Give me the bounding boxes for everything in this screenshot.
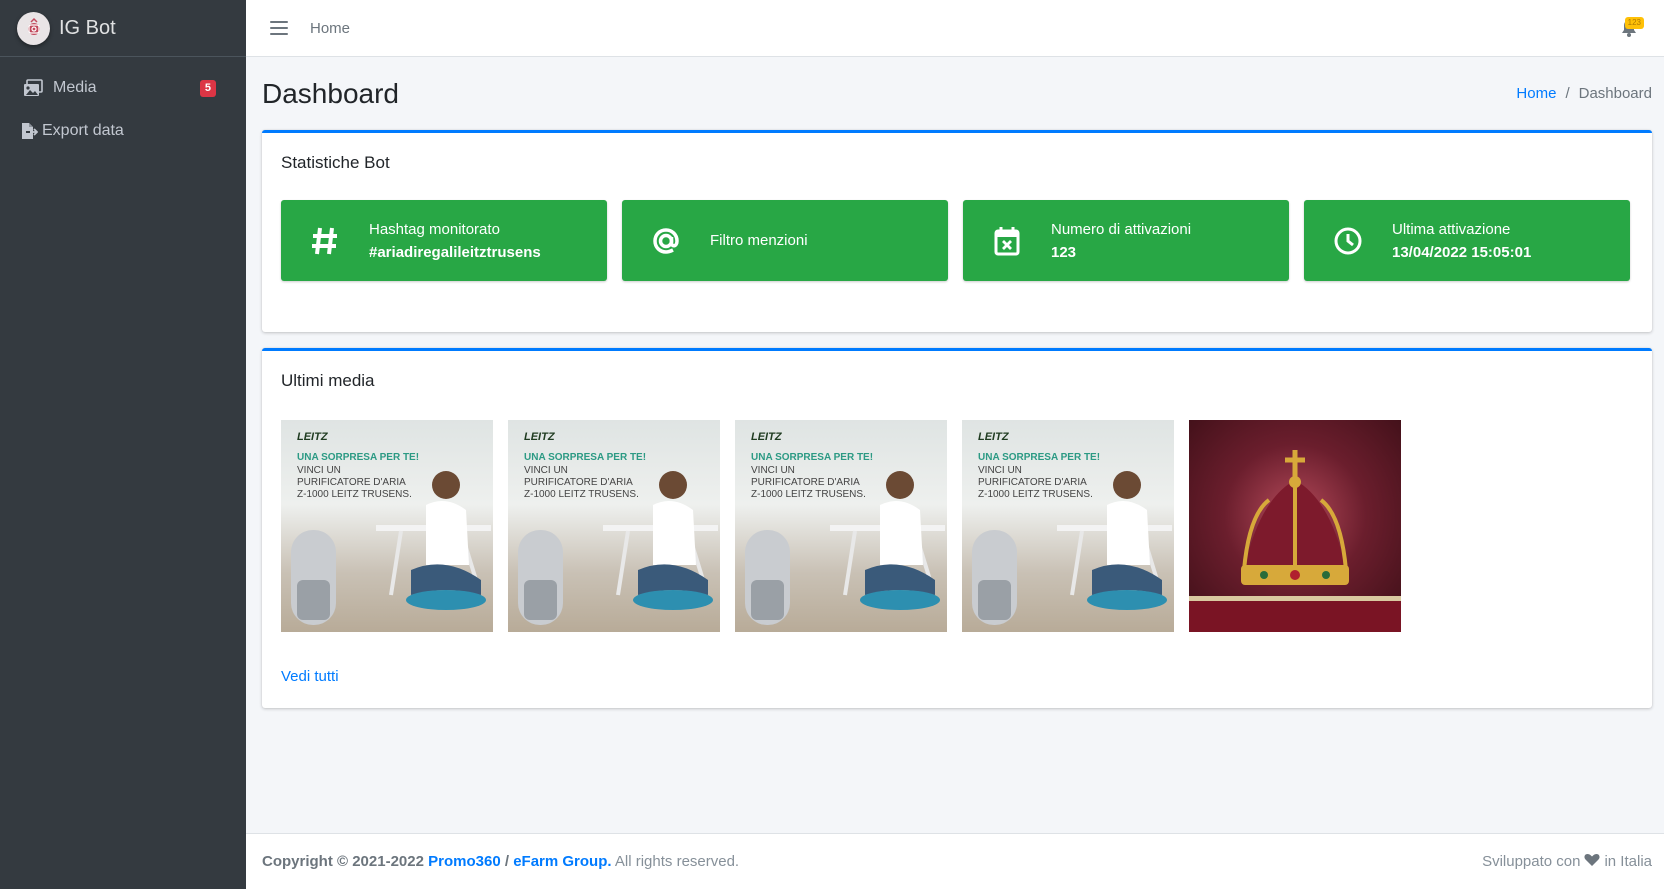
at-icon: [622, 226, 710, 256]
ad-illustration: [518, 471, 718, 625]
clock-icon: [1304, 226, 1392, 256]
info-box-label: Numero di attivazioni: [1051, 220, 1192, 238]
info-box-mentions: Filtro menzioni: [622, 200, 948, 281]
dev-suffix: in Italia: [1604, 853, 1652, 870]
media-thumbnail[interactable]: LEITZ UNA SORPRESA PER TE! VINCI UN PURI…: [735, 420, 947, 632]
images-icon: [22, 77, 44, 99]
calendar-x-icon: [963, 226, 1051, 256]
top-nav-home-link[interactable]: Home: [310, 20, 350, 37]
media-thumbnail[interactable]: LEITZ UNA SORPRESA PER TE! VINCI UN PURI…: [508, 420, 720, 632]
breadcrumb-home[interactable]: Home: [1516, 85, 1556, 102]
notification-badge: 123: [1624, 17, 1644, 29]
info-box-activations: Numero di attivazioni 123: [963, 200, 1289, 281]
copyright-text: Copyright © 2021-2022: [262, 853, 424, 870]
info-box-value: 13/04/2022 15:05:01: [1392, 243, 1532, 261]
breadcrumb-current: Dashboard: [1578, 85, 1652, 102]
media-thumbnail[interactable]: [1189, 420, 1401, 632]
media-thumbnail[interactable]: LEITZ UNA SORPRESA PER TE! VINCI UN PURI…: [281, 420, 493, 632]
page-title: Dashboard: [262, 77, 399, 109]
ad-illustration: [291, 471, 491, 625]
info-box-value: 123: [1051, 243, 1077, 261]
heart-icon: [1584, 853, 1601, 871]
media-count-badge: 5: [199, 80, 216, 97]
breadcrumb-separator: /: [1565, 85, 1570, 102]
ad-illustration: [972, 471, 1172, 625]
info-box-label: Hashtag monitorato: [369, 220, 500, 238]
rights-text: All rights reserved.: [614, 853, 740, 870]
stats-card: Statistiche Bot Hashtag monitorato #aria…: [262, 130, 1652, 332]
efarm-link[interactable]: eFarm Group.: [513, 853, 611, 870]
promo360-link[interactable]: Promo360: [428, 853, 501, 870]
media-card-title: Ultimi media: [281, 371, 375, 390]
footer-credits: Sviluppato con in Italia: [1482, 853, 1652, 871]
info-box-label: Ultima attivazione: [1392, 220, 1511, 238]
media-thumbnail[interactable]: LEITZ UNA SORPRESA PER TE! VINCI UN PURI…: [962, 420, 1174, 632]
sidebar-item-label: Media: [53, 79, 97, 96]
crown-illustration: [1189, 450, 1401, 632]
sidebar-item-export-data[interactable]: Export data: [0, 110, 238, 152]
ad-illustration: [745, 471, 945, 625]
footer: Copyright © 2021-2022 Promo360 / eFarm G…: [246, 833, 1664, 889]
info-box-last-activation: Ultima attivazione 13/04/2022 15:05:01: [1304, 200, 1630, 281]
info-box-value: #ariadiregalileitztrusens: [369, 243, 541, 261]
stats-boxes: Hashtag monitorato #ariadiregalileitztru…: [262, 190, 1652, 281]
brand-title: IG Bot: [59, 16, 116, 39]
sidebar-nav: Media 5 Export data: [0, 57, 246, 152]
info-box-hashtag: Hashtag monitorato #ariadiregalileitztru…: [281, 200, 607, 281]
hashtag-icon: [281, 226, 369, 256]
brand-link[interactable]: IG Bot: [0, 0, 246, 57]
content-header: Dashboard Home / Dashboard: [262, 57, 1652, 130]
footer-copyright: Copyright © 2021-2022 Promo360 / eFarm G…: [262, 853, 739, 870]
brand-logo: [17, 11, 50, 45]
top-navbar: Home 123: [246, 0, 1664, 57]
file-export-icon: [18, 120, 40, 142]
stats-card-title: Statistiche Bot: [281, 153, 390, 172]
footer-separator: /: [504, 853, 510, 870]
media-card: Ultimi media LEITZ UNA SORPRESA PER TE! …: [262, 348, 1652, 708]
main-content: Dashboard Home / Dashboard Statistiche B…: [246, 57, 1664, 833]
sidebar-item-label: Export data: [42, 122, 124, 139]
sidebar-item-media[interactable]: Media 5: [0, 67, 238, 109]
see-all-link[interactable]: Vedi tutti: [281, 668, 339, 685]
breadcrumb: Home / Dashboard: [1516, 85, 1652, 102]
sidebar: IG Bot Media 5 Export data: [0, 0, 246, 889]
info-box-label: Filtro menzioni: [710, 232, 808, 249]
media-gallery: LEITZ UNA SORPRESA PER TE! VINCI UN PURI…: [262, 408, 1652, 632]
menu-toggle-icon[interactable]: [270, 21, 288, 35]
dev-prefix: Sviluppato con: [1482, 853, 1581, 870]
